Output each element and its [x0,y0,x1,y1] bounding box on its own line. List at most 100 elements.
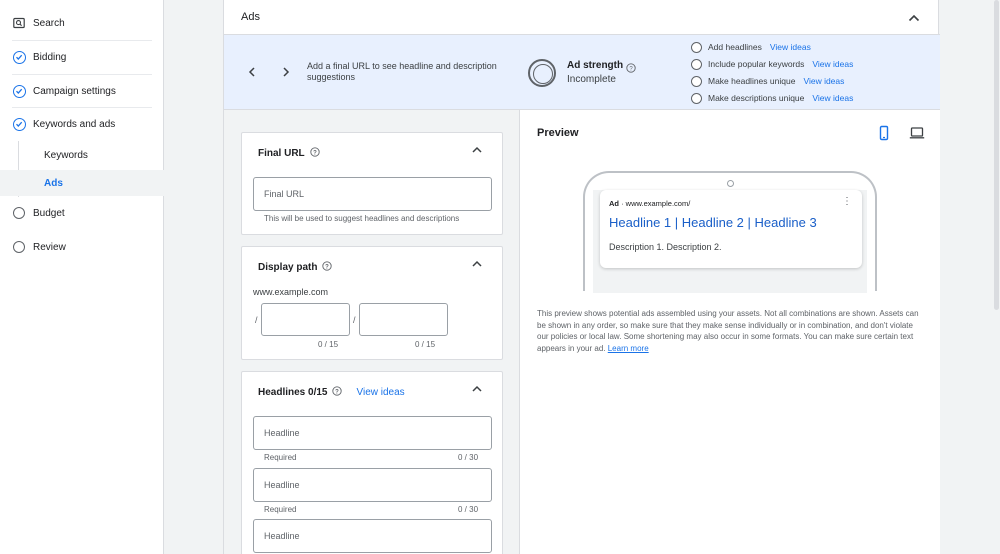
chevron-up-icon [472,146,482,153]
check-circle-icon [12,84,26,98]
sidebar-item-label: Search [33,17,65,29]
collapse-display-path-button[interactable] [470,257,484,271]
headline-1-input[interactable] [253,416,492,450]
mobile-preview-button[interactable] [876,125,892,141]
more-vert-icon[interactable]: ⋮ [842,196,852,207]
check-circle-icon [12,117,26,131]
banner-message: Add a final URL to see headline and desc… [307,61,497,82]
collapse-final-url-button[interactable] [470,143,484,157]
sidebar-item-budget[interactable]: Budget [0,197,164,229]
tip-radio-icon[interactable] [691,92,702,104]
headline-1-count: 0 / 30 [458,453,479,462]
chevron-up-icon [908,14,920,22]
svg-text:?: ? [313,150,317,156]
empty-circle-icon [12,206,26,220]
tip-radio-icon[interactable] [691,41,702,53]
help-icon[interactable]: ? [310,147,320,160]
asset-editor-column: Final URL ? This will be used to suggest… [224,110,519,554]
check-circle-icon [12,50,26,64]
sidebar-subitem-label: Ads [44,177,63,189]
headlines-view-ideas-link[interactable]: View ideas [356,387,404,398]
learn-more-link[interactable]: Learn more [608,344,649,353]
panel-title: Display path ? [258,261,333,274]
path-separator: / [353,315,356,325]
display-path-title: Display path [258,262,318,273]
path1-input[interactable] [261,303,350,336]
view-ideas-link[interactable]: View ideas [803,76,844,86]
ad-strength-status: Incomplete [567,74,616,85]
empty-circle-icon [12,240,26,254]
view-ideas-link[interactable]: View ideas [812,59,853,69]
help-icon[interactable]: ? [626,60,636,78]
preview-title: Preview [537,127,579,139]
preview-note-text: This preview shows potential ads assembl… [537,309,919,353]
sidebar-item-review[interactable]: Review [0,231,164,263]
sidebar-item-campaign-settings[interactable]: Campaign settings [0,75,164,107]
final-url-helper: This will be used to suggest headlines a… [264,214,460,223]
ad-strength-ring-icon [528,59,556,87]
phone-preview-frame: Ad · www.example.com/ ⋮ Headline 1 | Hea… [583,171,877,293]
ads-card-header: Ads [224,0,940,35]
final-url-panel: Final URL ? This will be used to suggest… [241,132,503,235]
sidebar-subitem-keywords[interactable]: Keywords [0,142,164,168]
headline-2-input[interactable] [253,468,492,502]
desktop-preview-button[interactable] [909,125,925,141]
ad-headline[interactable]: Headline 1 | Headline 2 | Headline 3 [609,215,817,230]
sidebar-item-label: Campaign settings [33,85,116,97]
final-url-input[interactable] [253,177,492,211]
tip-label: Include popular keywords [708,59,805,69]
collapse-card-button[interactable] [906,10,922,26]
path2-input[interactable] [359,303,448,336]
sidebar-item-keywords-and-ads[interactable]: Keywords and ads [0,108,164,140]
next-suggestion-button[interactable] [279,65,293,79]
collapse-headlines-button[interactable] [470,382,484,396]
tip-radio-icon[interactable] [691,58,702,70]
help-icon[interactable]: ? [332,386,343,399]
tip-label: Add headlines [708,42,762,52]
headline-2-count: 0 / 30 [458,505,479,514]
phone-screen: Ad · www.example.com/ ⋮ Headline 1 | Hea… [593,190,867,293]
sidebar-item-label: Keywords and ads [33,118,116,130]
tip-include-keywords: Include popular keywords View ideas [691,57,853,71]
help-icon[interactable]: ? [322,261,333,274]
tip-label: Make descriptions unique [708,93,805,103]
path-separator: / [255,315,258,325]
sidebar-item-label: Bidding [33,51,67,63]
chevron-left-icon [248,67,255,77]
svg-text:?: ? [336,389,340,395]
sidebar-item-label: Budget [33,207,65,219]
card-title: Ads [241,11,260,23]
ad-label-line: Ad · www.example.com/ [609,199,690,208]
sidebar-item-label: Review [33,241,66,253]
sidebar-subitem-ads[interactable]: Ads [0,170,164,196]
sidebar-item-bidding[interactable]: Bidding [0,41,164,73]
view-ideas-link[interactable]: View ideas [812,93,853,103]
headlines-panel: Headlines 0/15 ? View ideas Required 0 /… [241,371,503,554]
path2-count: 0 / 15 [415,340,436,349]
suggestions-banner: Add a final URL to see headline and desc… [224,35,940,110]
preview-note: This preview shows potential ads assembl… [537,308,922,354]
sidebar-subitem-label: Keywords [44,149,88,161]
laptop-icon [909,127,925,139]
ad-preview-card: Ad · www.example.com/ ⋮ Headline 1 | Hea… [600,190,862,268]
headline-1-required: Required [264,453,297,462]
previous-suggestion-button[interactable] [245,65,259,79]
scrollbar-thumb[interactable] [994,0,999,310]
ad-url: · www.example.com/ [621,199,691,208]
headline-2-required: Required [264,505,297,514]
tip-unique-headlines: Make headlines unique View ideas [691,74,844,88]
page-scrollbar[interactable] [992,0,1000,554]
ad-description: Description 1. Description 2. [609,242,722,252]
ad-label: Ad [609,199,619,208]
headlines-title: Headlines 0/15 [258,387,328,398]
sidebar: Search Bidding Campaign settings Keyword… [0,0,164,554]
sidebar-item-search[interactable]: Search [0,7,164,39]
view-ideas-link[interactable]: View ideas [770,42,811,52]
chevron-up-icon [472,385,482,392]
path1-count: 0 / 15 [318,340,339,349]
tip-radio-icon[interactable] [691,75,702,87]
chevron-right-icon [283,67,290,77]
panel-title: Final URL ? [258,147,320,160]
headline-3-input[interactable] [253,519,492,553]
tip-label: Make headlines unique [708,76,796,86]
